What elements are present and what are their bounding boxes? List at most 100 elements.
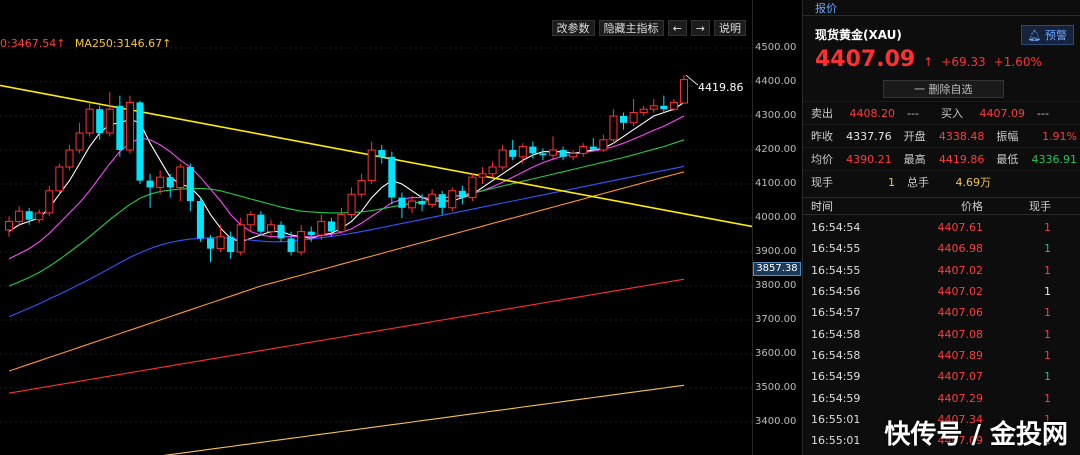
quote-label: 卖出 (811, 107, 833, 120)
price-tick-label: 4100.00 (755, 178, 797, 189)
price-tick-label: 3400.00 (755, 416, 797, 427)
candle-body[interactable] (257, 214, 265, 232)
candle-body[interactable] (75, 132, 84, 151)
candle-body[interactable] (216, 236, 225, 250)
candle-body[interactable] (639, 108, 648, 114)
candle-body[interactable] (236, 224, 245, 253)
price-tick-label: 4400.00 (755, 76, 797, 87)
candle-body[interactable] (669, 101, 678, 110)
candle-body[interactable] (125, 101, 134, 151)
candle-body[interactable] (478, 173, 487, 178)
candle-body[interactable] (629, 112, 638, 124)
candle-body[interactable] (609, 115, 618, 141)
next-arrow-button[interactable]: → (690, 20, 710, 36)
candle-body[interactable] (649, 105, 658, 110)
candle-body[interactable] (679, 79, 688, 104)
candle-body[interactable] (85, 108, 94, 134)
candle-body[interactable] (529, 146, 537, 154)
candle-body[interactable] (246, 214, 255, 226)
candle-body[interactable] (96, 109, 104, 133)
kline-plot[interactable]: 4419.86 (0, 0, 752, 455)
candle-body[interactable] (136, 102, 144, 181)
candle-body[interactable] (458, 190, 466, 198)
candle-body[interactable] (266, 224, 275, 233)
candle-body[interactable] (297, 231, 306, 253)
candle-body[interactable] (407, 200, 417, 209)
crosshair-price-tag: 3857.38 (753, 262, 801, 276)
candle-body[interactable] (35, 212, 44, 221)
candle-body[interactable] (398, 197, 406, 208)
candle-body[interactable] (367, 149, 376, 182)
candle-body[interactable] (498, 149, 507, 168)
tick-volume: 1 (1044, 306, 1051, 320)
ticks-header-time: 时间 (811, 200, 833, 213)
tick-row: 16:54:57 4407.06 1 (803, 302, 1080, 323)
help-button[interactable]: 说明 (714, 20, 746, 36)
tick-price: 4407.89 (937, 348, 984, 362)
quote-value: 1 (888, 175, 895, 189)
candle-body[interactable] (5, 220, 14, 231)
candle-body[interactable] (227, 236, 235, 252)
quote-label: 现手 (811, 176, 833, 189)
candle-body[interactable] (65, 149, 74, 168)
candle-body[interactable] (518, 146, 527, 158)
candle-body[interactable] (317, 220, 326, 236)
candle-body[interactable] (589, 146, 597, 150)
candle-body[interactable] (660, 105, 668, 110)
chart-toolbar: 改参数 隐藏主指标 ← → 说明 (551, 20, 746, 36)
trendline[interactable] (0, 84, 752, 228)
candle-body[interactable] (579, 146, 588, 154)
candle-body[interactable] (337, 214, 346, 233)
candle-body[interactable] (105, 108, 114, 134)
candle-body[interactable] (176, 166, 185, 188)
candle-body[interactable] (619, 116, 628, 123)
prev-arrow-button[interactable]: ← (667, 20, 687, 36)
candle-body[interactable] (287, 238, 295, 252)
candle-body[interactable] (509, 150, 517, 157)
remove-watchlist-button[interactable]: 一 删除自选 (883, 80, 1004, 98)
candle-body[interactable] (378, 150, 386, 157)
candle-body[interactable] (15, 210, 24, 222)
candle-body[interactable] (438, 194, 446, 208)
candle-body[interactable] (488, 166, 497, 175)
candle-body[interactable] (347, 193, 356, 216)
candle-body[interactable] (116, 105, 124, 150)
edit-params-button[interactable]: 改参数 (551, 20, 595, 36)
candle-body[interactable] (357, 180, 366, 195)
hide-main-indicator-button[interactable]: 隐藏主指标 (598, 20, 664, 36)
tick-time: 16:54:57 (811, 306, 861, 320)
quote-label: --- (1037, 106, 1049, 120)
candle-body[interactable] (388, 156, 396, 198)
alert-button[interactable]: 🔔︎ 预警 (1020, 25, 1074, 45)
candle-body[interactable] (166, 177, 174, 188)
candle-body[interactable] (156, 176, 165, 188)
tick-price: 4407.06 (937, 306, 984, 320)
candle-body[interactable] (448, 190, 457, 209)
tick-volume: 1 (1044, 370, 1051, 384)
candle-body[interactable] (206, 238, 215, 249)
ma-line-ma10 (8, 115, 685, 260)
candle-body[interactable] (186, 167, 194, 201)
candle-body[interactable] (548, 149, 558, 156)
kline-chart[interactable]: 4419.86 0:3467.54↑ MA250:3146.67↑ 改参数 隐藏… (0, 0, 752, 455)
candle-body[interactable] (45, 190, 54, 214)
candle-body[interactable] (428, 193, 437, 205)
candle-body[interactable] (468, 176, 477, 199)
candle-body[interactable] (277, 224, 285, 239)
candle-body[interactable] (146, 180, 154, 188)
candle-body[interactable] (196, 201, 204, 239)
tick-time: 16:54:54 (811, 221, 861, 235)
tick-time: 16:54:59 (811, 391, 861, 405)
price-tick-label: 3900.00 (755, 246, 797, 257)
tab-quote[interactable]: 报价 (815, 0, 837, 16)
candle-body[interactable] (569, 152, 578, 158)
candle-body[interactable] (25, 211, 33, 220)
candle-body[interactable] (327, 221, 335, 232)
candle-body[interactable] (599, 139, 608, 151)
candle-body[interactable] (539, 153, 547, 156)
candle-body[interactable] (55, 166, 64, 192)
candle-body[interactable] (307, 231, 315, 235)
candle-body[interactable] (418, 201, 426, 205)
quote-value: 4337.76 (846, 129, 892, 143)
candle-body[interactable] (559, 150, 567, 157)
